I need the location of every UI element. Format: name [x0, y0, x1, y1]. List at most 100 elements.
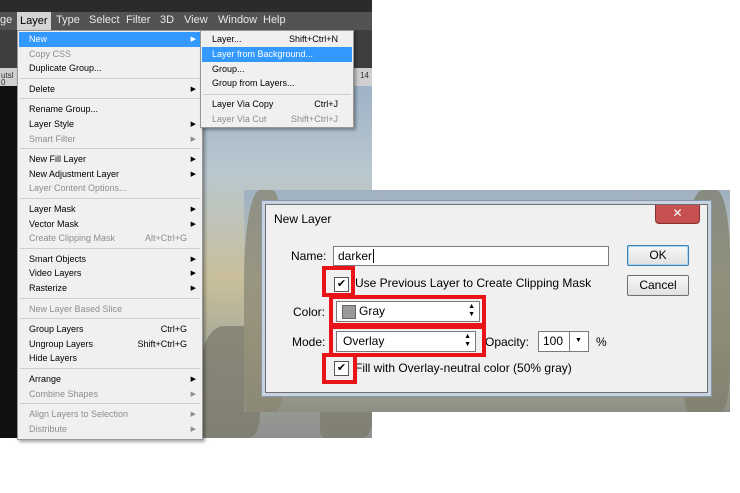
layer-menu-item-distribute: Distribute ▶ [19, 422, 201, 437]
menu-3d[interactable]: 3D [160, 14, 174, 26]
cancel-button[interactable]: Cancel [627, 275, 689, 296]
menu-item-label: Arrange [29, 374, 62, 384]
layer-menu-item-layer-mask[interactable]: Layer Mask ▶ [19, 202, 201, 217]
submenu-arrow-icon: ▶ [190, 170, 196, 178]
menu-item-label: Smart Filter [29, 133, 76, 144]
layer-menu-item-smart-filter: Smart Filter ▶ [19, 132, 201, 147]
opacity-value: 100 [543, 334, 564, 348]
menu-select[interactable]: Select [89, 14, 120, 26]
new-submenu-item-layer-from-background[interactable]: Layer from Background... [202, 46, 352, 62]
submenu-arrow-icon: ▶ [190, 156, 196, 164]
new-submenu-item-layer[interactable]: Layer... Shift+Ctrl+N [202, 32, 352, 47]
menu-item-label: Create Clipping Mask [29, 233, 116, 244]
menu-item-label: Layer... [212, 34, 242, 44]
menu-help[interactable]: Help [263, 14, 286, 26]
menu-separator [20, 77, 200, 79]
layer-menu-item-hide-layers[interactable]: Hide Layers [19, 351, 201, 366]
menu-item-label: Vector Mask [29, 218, 79, 229]
layer-menu-item-video-layers[interactable]: Video Layers ▶ [19, 266, 201, 281]
menu-item-label: Layer Mask [29, 204, 76, 214]
layer-menu-item-rasterize[interactable]: Rasterize ▶ [19, 281, 201, 296]
menu-item-label: New Adjustment Layer [29, 168, 120, 179]
new-submenu-item-layer-via-copy[interactable]: Layer Via Copy Ctrl+J [202, 97, 352, 112]
clipping-mask-label: Use Previous Layer to Create Clipping Ma… [355, 276, 592, 290]
layer-menu-item-arrange[interactable]: Arrange ▶ [19, 372, 201, 387]
name-label: Name: [291, 249, 327, 263]
submenu-arrow-icon: ▶ [190, 206, 196, 213]
menu-separator [20, 297, 200, 299]
submenu-arrow-icon: ▶ [190, 411, 196, 419]
submenu-arrow-icon: ▶ [190, 121, 196, 128]
layer-menu-item-duplicate-group[interactable]: Duplicate Group... [19, 61, 201, 76]
menu-edit-partial[interactable]: ge [0, 14, 12, 26]
layer-menu-item-new[interactable]: New ▶ [19, 32, 201, 47]
menu-view[interactable]: View [184, 14, 208, 26]
menu-item-shortcut: Shift+Ctrl+J [290, 114, 338, 124]
submenu-arrow-icon: ▶ [190, 425, 196, 433]
opacity-input[interactable]: 100 [538, 331, 570, 352]
layer-menu-item-ungroup-layers[interactable]: Ungroup Layers Shift+Ctrl+G [19, 337, 201, 352]
mode-label: Mode: [292, 335, 326, 349]
menu-layer[interactable]: Layer [17, 12, 51, 30]
submenu-arrow-icon: ▶ [190, 376, 196, 383]
menu-type[interactable]: Type [56, 14, 80, 26]
menu-separator [20, 318, 200, 320]
submenu-arrow-icon: ▶ [190, 220, 196, 228]
layer-menu-item-new-adjustment-layer[interactable]: New Adjustment Layer ▶ [19, 167, 201, 182]
layer-menu-item-group-layers[interactable]: Group Layers Ctrl+G [19, 322, 201, 337]
menu-item-label: Rasterize [29, 283, 68, 293]
menu-item-label: Duplicate Group... [29, 63, 102, 74]
menu-window[interactable]: Window [218, 14, 257, 26]
menu-item-label: Copy CSS [29, 48, 72, 59]
layer-menu-item-vector-mask[interactable]: Vector Mask ▶ [19, 217, 201, 232]
opacity-dropdown-button[interactable]: ▼ [569, 331, 589, 352]
name-input[interactable]: darker [333, 246, 609, 266]
new-submenu: Layer... Shift+Ctrl+N Layer from Backgroun… [200, 30, 354, 128]
menu-item-shortcut: Shift+Ctrl+G [137, 338, 187, 349]
new-submenu-item-layer-via-cut: Layer Via Cut Shift+Ctrl+J [202, 112, 352, 127]
menu-item-label: Delete [29, 83, 56, 94]
menu-item-label: Distribute [29, 423, 68, 434]
neutral-fill-label: Fill with Overlay-neutral color (50% gra… [355, 361, 572, 375]
submenu-arrow-icon: ▶ [190, 270, 196, 278]
menu-filter[interactable]: Filter [126, 14, 150, 26]
menu-item-label: Group... [212, 63, 245, 74]
layer-menu-item-new-fill-layer[interactable]: New Fill Layer ▶ [19, 152, 201, 167]
menu-item-label: Hide Layers [29, 353, 78, 364]
menu-separator [20, 247, 200, 249]
layer-menu-item-layer-style[interactable]: Layer Style ▶ [19, 117, 201, 132]
layer-menu-item-copy-css: Copy CSS [19, 47, 201, 62]
menu-separator [20, 403, 200, 405]
annotation-box [329, 295, 486, 327]
close-button[interactable]: ✕ [655, 205, 700, 224]
ruler-label: 14 [360, 71, 369, 80]
new-submenu-item-group[interactable]: Group... [202, 62, 352, 77]
ok-button[interactable]: OK [627, 245, 689, 266]
menu-item-shortcut: Ctrl+J [314, 99, 338, 110]
layer-menu-item-smart-objects[interactable]: Smart Objects ▶ [19, 252, 201, 267]
menu-item-shortcut: Ctrl+G [160, 324, 187, 335]
annotation-box [322, 353, 357, 384]
layer-menu-item-align-layers-to-selection: Align Layers to Selection ▶ [19, 407, 201, 422]
submenu-arrow-icon: ▶ [190, 85, 196, 93]
menu-item-shortcut: Alt+Ctrl+G [144, 233, 187, 244]
name-value: darker [338, 249, 373, 263]
annotation-box [322, 266, 355, 297]
menu-separator [20, 98, 200, 100]
close-icon: ✕ [672, 206, 683, 220]
layer-menu-item-delete[interactable]: Delete ▶ [19, 82, 201, 97]
menu-item-label: New Fill Layer [29, 154, 87, 165]
menu-item-label: Layer Content Options... [29, 183, 127, 194]
menu-item-label: Group from Layers... [212, 78, 295, 89]
menu-item-label: Smart Objects [29, 253, 87, 264]
menu-item-label: Align Layers to Selection [29, 409, 129, 420]
color-label: Color: [293, 305, 326, 319]
submenu-arrow-icon: ▶ [190, 390, 196, 398]
layer-menu-item-combine-shapes: Combine Shapes ▶ [19, 387, 201, 402]
layer-menu-item-rename-group[interactable]: Rename Group... [19, 102, 201, 117]
submenu-arrow-icon: ▶ [190, 285, 196, 292]
new-submenu-item-group-from-layers[interactable]: Group from Layers... [202, 76, 352, 91]
menu-item-label: Layer from Background... [212, 48, 314, 59]
layer-menu: New ▶ Copy CSS Duplicate Group... Delete ▶ Ren… [17, 30, 203, 440]
layer-menu-item-layer-content-options: Layer Content Options... [19, 181, 201, 196]
